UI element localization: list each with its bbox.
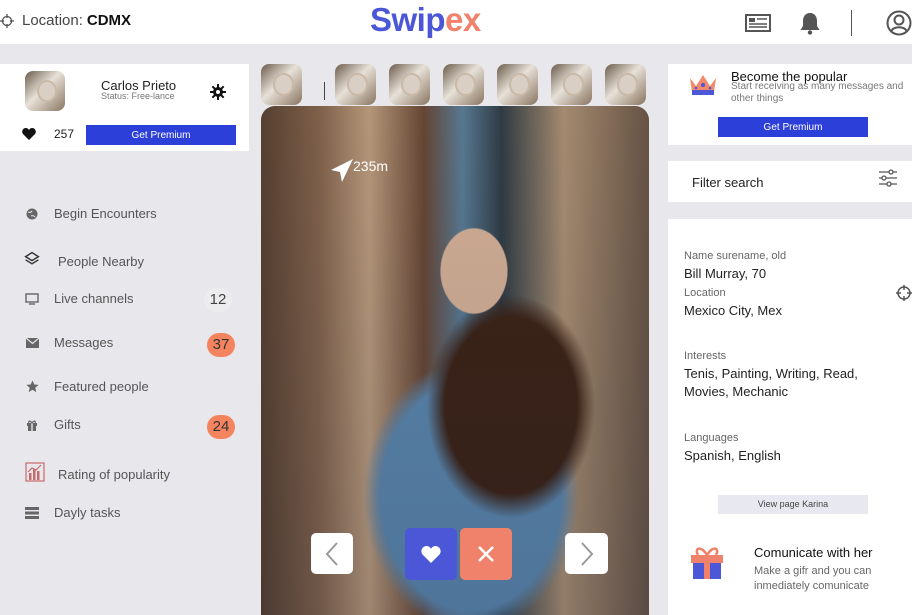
previous-button[interactable] — [311, 533, 353, 574]
strip-avatar[interactable] — [261, 64, 302, 105]
close-icon — [478, 546, 494, 562]
logo-part-2: ex — [445, 1, 481, 38]
crosshair-icon — [0, 13, 14, 28]
logo-part-1: Swip — [370, 1, 446, 38]
menu-label: People Nearby — [58, 254, 144, 269]
gift-box-icon — [688, 543, 726, 586]
navigation-arrow-icon — [331, 159, 353, 182]
menu-featured-people[interactable]: Featured people — [24, 379, 149, 394]
menu-messages[interactable]: Messages — [24, 335, 113, 350]
menu-people-nearby[interactable]: People Nearby — [24, 248, 144, 269]
app-logo[interactable]: Swipex — [370, 0, 481, 40]
strip-divider — [324, 82, 325, 100]
interests-value: Tenis, Painting, Writing, Read, Movies, … — [684, 366, 858, 399]
view-page-button[interactable]: View page Karina — [718, 495, 868, 514]
header-divider — [851, 10, 852, 36]
bell-icon[interactable] — [799, 11, 821, 35]
menu-gifts[interactable]: Gifts — [24, 417, 81, 432]
user-account-icon[interactable] — [886, 10, 912, 36]
filter-search-panel[interactable]: Filter search — [668, 161, 912, 202]
location-indicator[interactable]: Location: CDMX — [0, 12, 131, 29]
gift-icon — [24, 419, 40, 431]
popular-subtitle: Start receiving as many messages and oth… — [731, 81, 904, 104]
chevron-right-icon — [580, 541, 593, 566]
strip-avatar[interactable] — [605, 64, 646, 105]
interests-label: Interests — [684, 350, 727, 362]
location-label: Location — [684, 287, 726, 299]
live-channels-badge: 12 — [204, 288, 232, 312]
name-label: Name surename, old — [684, 250, 787, 262]
strip-avatar[interactable] — [497, 64, 538, 105]
monitor-icon — [24, 292, 40, 305]
my-status: Status: Free-lance — [101, 91, 175, 101]
become-popular-panel: Become the popular Start receiving as ma… — [668, 64, 912, 145]
strip-avatar[interactable] — [335, 64, 376, 105]
chart-icon — [24, 461, 46, 482]
gear-icon[interactable] — [210, 84, 226, 105]
next-button[interactable] — [565, 533, 608, 574]
strip-avatar[interactable] — [443, 64, 484, 105]
menu-label: Dayly tasks — [54, 505, 121, 520]
get-premium-button[interactable]: Get Premium — [86, 125, 236, 145]
location-label: Location: — [22, 12, 83, 29]
gifts-badge: 24 — [207, 415, 235, 439]
distance-indicator: 235m — [329, 158, 388, 184]
menu-daily-tasks[interactable]: Dayly tasks — [24, 505, 120, 520]
star-icon — [24, 380, 40, 393]
menu-live-channels[interactable]: Live channels — [24, 291, 134, 306]
communicate-text: Make a gifr and you can inmediately comu… — [754, 565, 872, 592]
menu-label: Gifts — [54, 417, 81, 432]
profile-photo-card[interactable]: 235m — [261, 106, 649, 615]
crown-icon — [688, 72, 718, 101]
menu-label: Messages — [54, 335, 114, 350]
profile-details-panel: Name surename, old Bill Murray, 70 Locat… — [668, 219, 912, 615]
name-value: Bill Murray, 70 — [684, 266, 767, 281]
menu-begin-encounters[interactable]: Begin Encounters — [24, 206, 157, 221]
menu-rating-popularity[interactable]: Rating of popularity — [24, 461, 170, 482]
news-icon[interactable] — [745, 13, 771, 33]
location-value: Mexico City, Mex — [684, 303, 782, 318]
menu-label: Begin Encounters — [54, 206, 157, 221]
header-actions — [745, 8, 912, 38]
dislike-button[interactable] — [460, 528, 512, 580]
communicate-title: Comunicate with her — [754, 545, 873, 560]
top-header: Location: CDMX Swipex — [0, 0, 912, 44]
sliders-icon[interactable] — [878, 169, 898, 192]
menu-label: Rating of popularity — [58, 467, 171, 482]
my-avatar[interactable] — [25, 71, 65, 111]
globe-icon — [24, 208, 40, 220]
heart-icon — [421, 545, 441, 563]
menu-label: Featured people — [54, 379, 149, 394]
messages-badge: 37 — [207, 333, 235, 357]
my-profile-card: Carlos Prieto Status: Free-lance 257 Get… — [0, 64, 249, 151]
likes-count: 257 — [22, 127, 74, 141]
crosshair-icon[interactable] — [896, 285, 912, 306]
strip-avatar[interactable] — [389, 64, 430, 105]
layers-icon — [24, 249, 40, 269]
menu-label: Live channels — [54, 291, 134, 306]
heart-icon — [22, 128, 36, 140]
languages-value: Spanish, English — [684, 448, 781, 463]
strip-avatar[interactable] — [551, 64, 592, 105]
distance-value: 235m — [353, 158, 389, 174]
popular-get-premium-button[interactable]: Get Premium — [718, 117, 868, 137]
tasks-icon — [24, 506, 40, 519]
languages-label: Languages — [684, 432, 739, 444]
like-button[interactable] — [405, 528, 457, 580]
likes-value: 257 — [54, 127, 75, 141]
chevron-left-icon — [325, 541, 338, 566]
location-value: CDMX — [86, 12, 132, 29]
envelope-icon — [24, 337, 40, 348]
filter-label: Filter search — [692, 175, 764, 190]
